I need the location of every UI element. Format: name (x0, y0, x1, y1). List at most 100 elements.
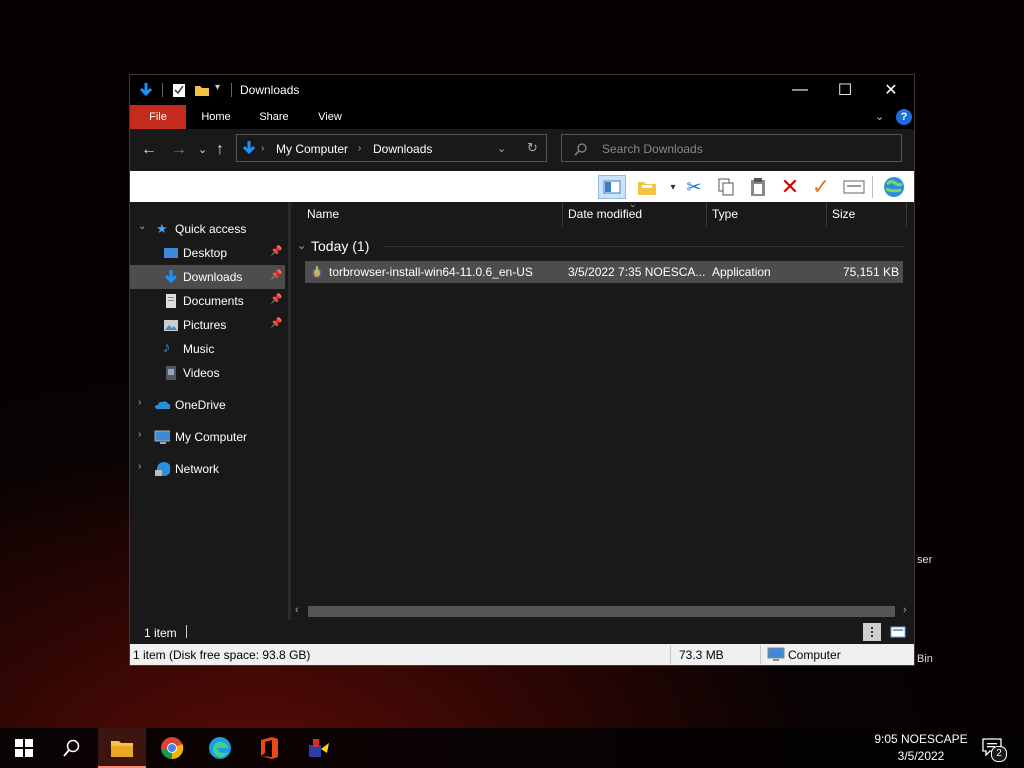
sidebar-item-desktop[interactable]: Desktop 📌 (130, 241, 285, 265)
view-options-icon[interactable] (635, 175, 659, 199)
maximize-button[interactable]: ☐ (822, 75, 868, 105)
sidebar-item-label: Pictures (183, 318, 227, 332)
sidebar-item-music[interactable]: ♪ Music (130, 337, 285, 361)
back-arrow-icon[interactable]: ← (141, 141, 157, 159)
sidebar-item-videos[interactable]: Videos (130, 361, 285, 385)
sidebar-item-my-computer[interactable]: › My Computer (130, 425, 285, 449)
computer-icon (767, 647, 785, 661)
expand-chevron-icon[interactable]: › (138, 429, 141, 440)
download-arrow-icon (164, 270, 178, 284)
copy-icon[interactable] (714, 175, 738, 199)
recycle-bin-label[interactable]: Bin (917, 653, 933, 665)
refresh-icon[interactable]: ↻ (527, 140, 538, 156)
forward-arrow-icon[interactable]: → (171, 141, 187, 159)
onedrive-cloud-icon (155, 401, 170, 409)
clock-time: 9:05 NOESCAPE (874, 732, 968, 746)
office-taskbar-button[interactable] (245, 728, 293, 768)
preview-pane-icon[interactable] (598, 175, 626, 199)
column-header-date[interactable]: Date modified (568, 207, 642, 221)
edge-icon (209, 737, 231, 759)
start-button[interactable] (0, 728, 48, 768)
sidebar-item-label: OneDrive (175, 398, 226, 412)
selection-size: 73.3 MB (679, 648, 724, 662)
properties-toolbar-icon[interactable] (842, 175, 866, 199)
file-size: 75,151 KB (842, 265, 899, 279)
scroll-left-icon[interactable]: ‹ (295, 604, 299, 616)
address-dropdown-icon[interactable]: ⌄ (497, 142, 506, 155)
address-bar[interactable]: › My Computer › Downloads ⌄ ↻ (236, 134, 547, 162)
title-bar[interactable]: ▾ Downloads — ☐ ✕ (130, 75, 914, 105)
breadcrumb-downloads[interactable]: Downloads (373, 142, 432, 156)
pin-icon[interactable]: 📌 (270, 294, 282, 305)
search-input[interactable]: Search Downloads (602, 142, 703, 156)
column-separator[interactable] (562, 202, 563, 226)
system-clock[interactable]: 9:05 NOESCAPE 3/5/2022 (868, 731, 974, 765)
sidebar-item-label: My Computer (175, 430, 248, 444)
downloads-location-icon (242, 141, 256, 155)
tab-share[interactable]: Share (250, 105, 298, 129)
tab-home[interactable]: Home (192, 105, 240, 129)
breadcrumb-separator-icon[interactable]: › (358, 143, 361, 154)
group-header-today[interactable]: Today (1) (311, 238, 369, 254)
quick-access-item[interactable]: ⌄ ★ Quick access (130, 217, 285, 241)
minimize-button[interactable]: — (777, 75, 823, 105)
breadcrumb-separator-icon[interactable]: › (261, 143, 264, 154)
sidebar-item-documents[interactable]: Documents 📌 (130, 289, 285, 313)
delete-icon[interactable]: ✕ (778, 174, 802, 199)
sidebar-item-onedrive[interactable]: › OneDrive (130, 393, 285, 417)
search-taskbar-button[interactable] (48, 728, 96, 768)
pin-icon[interactable]: 📌 (270, 318, 282, 329)
large-icons-view-icon[interactable] (889, 623, 907, 641)
horizontal-scrollbar[interactable]: ‹ › (291, 603, 914, 620)
edge-taskbar-button[interactable] (196, 728, 244, 768)
group-collapse-icon[interactable]: ⌄ (297, 239, 306, 252)
cut-icon[interactable]: ✂ (682, 175, 706, 199)
chrome-taskbar-button[interactable] (148, 728, 196, 768)
search-box[interactable]: Search Downloads (561, 134, 902, 162)
new-folder-icon[interactable] (194, 82, 210, 98)
location-label: Computer (788, 648, 841, 662)
status-separator (670, 645, 671, 664)
sidebar-item-downloads[interactable]: Downloads 📌 (130, 265, 285, 289)
globe-icon[interactable] (882, 175, 906, 199)
properties-icon[interactable] (172, 82, 186, 98)
pin-icon[interactable]: 📌 (270, 270, 282, 281)
column-header-type[interactable]: Type (712, 207, 738, 221)
tor-installer-icon (312, 266, 322, 278)
scroll-right-icon[interactable]: › (903, 604, 907, 616)
column-header-size[interactable]: Size (832, 207, 855, 221)
desktop-icon-label[interactable]: ser (917, 554, 932, 566)
status-separator (760, 645, 761, 664)
group-divider (383, 246, 903, 247)
expand-chevron-icon[interactable]: › (138, 397, 141, 408)
column-separator[interactable] (706, 202, 707, 226)
sidebar-item-pictures[interactable]: Pictures 📌 (130, 313, 285, 337)
pin-icon[interactable]: 📌 (270, 246, 282, 257)
expand-ribbon-icon[interactable]: ⌄ (875, 110, 884, 123)
details-view-icon[interactable] (863, 623, 881, 641)
tab-view[interactable]: View (306, 105, 354, 129)
file-explorer-taskbar-button[interactable] (98, 728, 146, 768)
customize-qa-dropdown-icon[interactable]: ▾ (215, 82, 220, 93)
app-taskbar-button[interactable] (295, 728, 343, 768)
qa-separator (162, 83, 163, 97)
sidebar-item-network[interactable]: › Network (130, 457, 285, 481)
expand-chevron-icon[interactable]: ⌄ (138, 221, 146, 232)
help-icon[interactable]: ? (896, 109, 912, 125)
column-separator[interactable] (906, 202, 907, 226)
recent-locations-chevron-icon[interactable]: ⌄ (198, 143, 207, 156)
up-arrow-icon[interactable]: ↑ (216, 141, 224, 159)
scrollbar-thumb[interactable] (308, 606, 895, 617)
paste-icon[interactable] (746, 175, 770, 199)
column-header-name[interactable]: Name (307, 207, 339, 221)
expand-chevron-icon[interactable]: › (138, 461, 141, 472)
close-button[interactable]: ✕ (868, 75, 914, 105)
breadcrumb-my-computer[interactable]: My Computer (276, 142, 348, 156)
status-separator (186, 625, 187, 638)
notification-center-button[interactable]: 2 (982, 738, 1007, 762)
table-row[interactable]: torbrowser-install-win64-11.0.6_en-US 3/… (305, 261, 903, 283)
tab-file[interactable]: File (130, 105, 186, 129)
rename-check-icon[interactable]: ✓ (809, 174, 833, 199)
column-separator[interactable] (826, 202, 827, 226)
file-type: Application (712, 265, 771, 279)
